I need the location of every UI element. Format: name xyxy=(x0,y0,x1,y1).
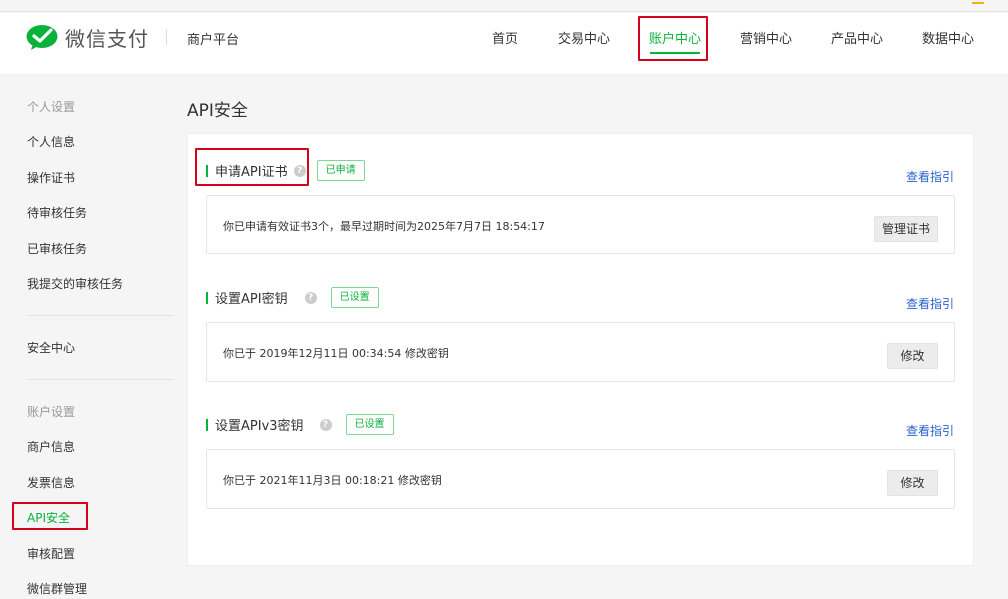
help-icon[interactable]: ? xyxy=(304,291,317,304)
sidebar-item-invoice-info[interactable]: 发票信息 xyxy=(27,474,75,491)
manage-cert-button[interactable]: 管理证书 xyxy=(874,216,938,242)
logo-divider xyxy=(166,29,167,45)
corner-mark xyxy=(972,0,984,4)
platform-name: 商户平台 xyxy=(187,33,240,48)
sidebar-group-account-title: 账户设置 xyxy=(27,405,76,419)
status-badge: 已申请 xyxy=(316,160,365,181)
sidebar-item-security-center[interactable]: 安全中心 xyxy=(27,339,75,356)
section-title: 设置API密钥 xyxy=(215,292,288,307)
api-key-status-text: 你已于 2019年12月11日 00:34:54 修改密钥 xyxy=(223,347,449,360)
section-header-apiv3-key: 设置APIv3密钥 ? 已设置 xyxy=(206,414,394,435)
status-badge: 已设置 xyxy=(345,414,394,435)
sidebar-divider xyxy=(27,379,174,380)
section-accent-bar xyxy=(206,418,208,431)
section-title: 设置APIv3密钥 xyxy=(215,419,304,434)
sidebar-item-my-submitted[interactable]: 我提交的审核任务 xyxy=(27,275,123,292)
page-title: API安全 xyxy=(187,101,248,121)
nav-trade-center[interactable]: 交易中心 xyxy=(558,28,610,47)
section-accent-bar xyxy=(206,291,208,304)
section-box-api-key: 你已于 2019年12月11日 00:34:54 修改密钥 修改 xyxy=(206,322,955,382)
sidebar-item-merchant-info[interactable]: 商户信息 xyxy=(27,438,75,455)
guide-link[interactable]: 查看指引 xyxy=(906,295,954,312)
guide-link[interactable]: 查看指引 xyxy=(906,168,954,185)
wechat-pay-logo-icon xyxy=(26,25,58,50)
header: 微信支付 商户平台 首页 交易中心 账户中心 营销中心 产品中心 数据中心 xyxy=(0,13,1008,74)
section-header-api-key: 设置API密钥 ? 已设置 xyxy=(206,287,379,308)
top-strip xyxy=(0,0,1008,12)
sidebar-item-pending-review[interactable]: 待审核任务 xyxy=(27,204,87,221)
highlight-box-nav xyxy=(638,16,708,61)
sidebar-divider xyxy=(27,315,174,316)
sidebar-item-reviewed[interactable]: 已审核任务 xyxy=(27,240,87,257)
section-box-cert: 你已申请有效证书3个，最早过期时间为2025年7月7日 18:54:17 管理证… xyxy=(206,195,955,254)
nav-home[interactable]: 首页 xyxy=(492,28,518,47)
help-icon[interactable]: ? xyxy=(319,418,332,431)
sidebar-item-operation-cert[interactable]: 操作证书 xyxy=(27,169,75,186)
sidebar-item-review-config[interactable]: 审核配置 xyxy=(27,545,75,562)
section-box-apiv3-key: 你已于 2021年11月3日 00:18:21 修改密钥 修改 xyxy=(206,449,955,509)
logo[interactable]: 微信支付 xyxy=(26,23,149,52)
apiv3-key-status-text: 你已于 2021年11月3日 00:18:21 修改密钥 xyxy=(223,474,442,487)
nav-marketing-center[interactable]: 营销中心 xyxy=(740,28,792,47)
nav-product-center[interactable]: 产品中心 xyxy=(831,28,883,47)
logo-text: 微信支付 xyxy=(65,27,149,51)
sidebar-item-personal-info[interactable]: 个人信息 xyxy=(27,133,75,150)
highlight-box-section xyxy=(195,148,309,186)
nav-data-center[interactable]: 数据中心 xyxy=(922,28,974,47)
sidebar-item-wechat-group[interactable]: 微信群管理 xyxy=(27,580,87,597)
modify-apiv3-key-button[interactable]: 修改 xyxy=(887,470,938,496)
modify-api-key-button[interactable]: 修改 xyxy=(887,343,938,369)
sidebar-group-personal-title: 个人设置 xyxy=(27,100,76,114)
cert-status-text: 你已申请有效证书3个，最早过期时间为2025年7月7日 18:54:17 xyxy=(223,220,545,233)
guide-link[interactable]: 查看指引 xyxy=(906,422,954,439)
highlight-box-sidebar xyxy=(12,502,88,530)
status-badge: 已设置 xyxy=(330,287,379,308)
